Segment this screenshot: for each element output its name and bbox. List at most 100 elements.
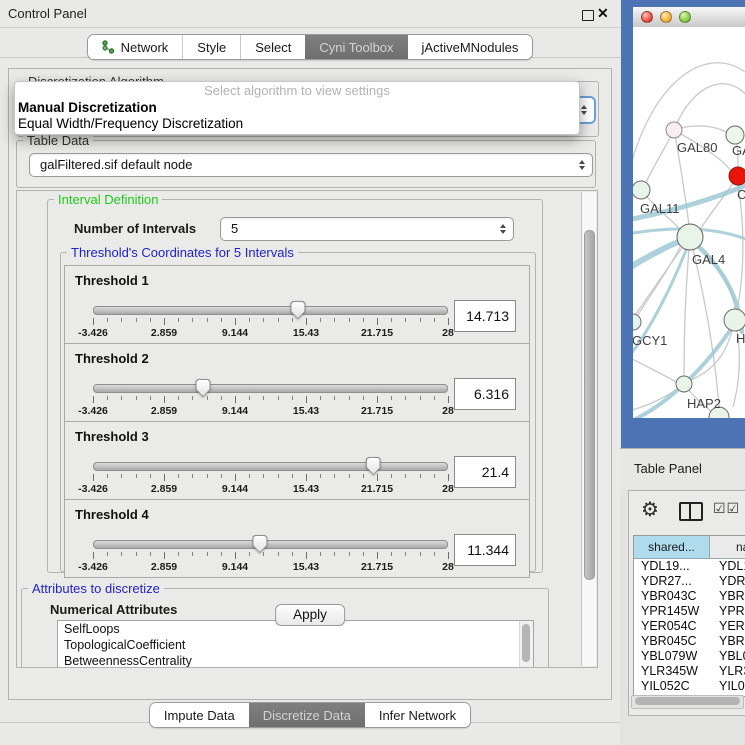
popup-option-equal-width-frequency-discretization[interactable]: Equal Width/Frequency Discretization (18, 116, 243, 132)
traffic-light-minimize-icon[interactable] (660, 11, 672, 23)
tick-label: 21.715 (361, 405, 393, 417)
network-canvas[interactable]: GAL80GAGAL11CGAL4GCY1HHAP2 (633, 27, 745, 418)
column-header-na[interactable]: na (710, 536, 745, 559)
list-scrollbar-thumb[interactable] (522, 624, 530, 662)
table-row[interactable]: YDR27...YDR2 (634, 574, 745, 589)
slider-thumb[interactable] (366, 457, 381, 475)
network-icon (102, 40, 115, 54)
threshold-slider[interactable]: -3.4262.8599.14415.4321.71528 (93, 536, 448, 572)
tick-mark (107, 474, 108, 478)
settings-scroll-area: Interval Definition Number of Intervals … (16, 190, 598, 668)
cell-name: YBR0 (710, 589, 745, 604)
select-columns-icon[interactable]: ☑☑ (713, 500, 740, 517)
tick-mark (420, 552, 421, 556)
slider-thumb[interactable] (196, 379, 211, 397)
threshold-label: Threshold 1 (75, 273, 149, 288)
tick-mark (363, 552, 364, 556)
table-row[interactable]: YBL079WYBL0 (634, 649, 745, 664)
num-intervals-combo[interactable]: 5 (220, 217, 514, 241)
table-row[interactable]: YER054CYER0 (634, 619, 745, 634)
tick-label: 28 (442, 405, 454, 417)
node-gcy1[interactable] (633, 314, 641, 330)
node-red[interactable] (729, 167, 745, 185)
network-window-titlebar[interactable] (633, 7, 745, 28)
table-row[interactable]: YIL052CYIL0 (634, 679, 745, 690)
table-data-group: Table Data galFiltered.sif default node (16, 140, 596, 188)
table-panel-title: Table Panel (634, 461, 702, 476)
tick-mark (221, 396, 222, 400)
node-gal80[interactable] (666, 122, 682, 138)
table-data-combo[interactable]: galFiltered.sif default node (29, 153, 593, 177)
threshold-value-field[interactable]: 21.4 (454, 456, 516, 488)
numerical-attributes-label: Numerical Attributes (50, 602, 177, 617)
tick-mark (136, 318, 137, 322)
control-panel-titlebar: Control Panel ✕ (0, 0, 620, 28)
tick-label: 15.43 (293, 327, 319, 339)
tick-mark (278, 318, 279, 322)
threshold-value-field[interactable]: 11.344 (454, 534, 516, 566)
slider-thumb[interactable] (290, 301, 305, 319)
list-item-topologicalcoefficient[interactable]: TopologicalCoefficient (58, 637, 533, 653)
split-view-icon[interactable] (679, 502, 703, 521)
slider-thumb[interactable] (252, 535, 267, 553)
tick-mark (263, 552, 264, 556)
table-row[interactable]: YLR345WYLR3 (634, 664, 745, 679)
tick-mark (448, 318, 449, 325)
gear-icon[interactable]: ⚙ (641, 497, 659, 523)
tick-mark (263, 318, 264, 322)
slider-tick-labels: -3.4262.8599.14415.4321.71528 (93, 561, 448, 573)
node-top-right[interactable] (726, 126, 744, 144)
traffic-light-zoom-icon[interactable] (679, 11, 691, 23)
list-item-betweennesscentrality[interactable]: BetweennessCentrality (58, 653, 533, 668)
tick-mark (107, 396, 108, 400)
threshold-panel: Threshold 4 -3.4262.8599.14415.4321.71528… (64, 499, 530, 578)
popup-option-manual-discretization[interactable]: Manual Discretization (18, 100, 157, 116)
tick-mark (121, 318, 122, 322)
tick-mark (434, 396, 435, 400)
tab-network[interactable]: Network (88, 35, 183, 59)
tab-discretize-data[interactable]: Discretize Data (249, 703, 365, 727)
tab-infer-network[interactable]: Infer Network (365, 703, 470, 727)
tab-cyni-toolbox[interactable]: Cyni Toolbox (305, 35, 407, 59)
threshold-value-field[interactable]: 14.713 (454, 300, 516, 332)
network-edge (684, 237, 690, 376)
float-window-icon[interactable] (582, 10, 594, 21)
node-hap2[interactable] (676, 376, 692, 392)
threshold-slider[interactable]: -3.4262.8599.14415.4321.71528 (93, 380, 448, 416)
threshold-panel: Threshold 3-3.4262.8599.14415.4321.71528… (64, 421, 530, 500)
tab-style[interactable]: Style (182, 35, 240, 59)
table-row[interactable]: YDL19...YDL1 (634, 559, 745, 574)
tick-mark (377, 318, 378, 325)
table-row[interactable]: YBR045CYBR0 (634, 634, 745, 649)
column-header-shared-[interactable]: shared... (634, 536, 710, 559)
node-gal4[interactable] (677, 224, 703, 250)
table-hscrollbar[interactable] (631, 695, 744, 709)
control-panel: Control Panel ✕ Network Style SelectCyni T… (0, 0, 620, 745)
tick-mark (235, 318, 236, 325)
node-left[interactable] (633, 181, 650, 199)
slider-track (93, 306, 448, 315)
threshold-slider[interactable]: -3.4262.8599.14415.4321.71528 (93, 302, 448, 338)
table-row[interactable]: YBR043CYBR0 (634, 589, 745, 604)
threshold-slider[interactable]: -3.4262.8599.14415.4321.71528 (93, 458, 448, 494)
apply-button[interactable]: Apply (275, 604, 345, 626)
tab-select[interactable]: Select (240, 35, 305, 59)
node-right[interactable] (724, 309, 745, 331)
tick-label: 15.43 (293, 405, 319, 417)
tab-label: Style (197, 40, 226, 55)
threshold-value-field[interactable]: 6.316 (454, 378, 516, 410)
tick-mark (278, 474, 279, 478)
table-row[interactable]: YPR145WYPR1 (634, 604, 745, 619)
table-header: shared...na (634, 536, 745, 559)
threshold-label: Threshold 4 (75, 507, 149, 522)
tab-jactivemnodules[interactable]: jActiveMNodules (408, 35, 533, 59)
interval-definition-group: Interval Definition Number of Intervals … (47, 199, 543, 573)
close-icon[interactable]: ✕ (597, 5, 609, 22)
tab-impute-data[interactable]: Impute Data (150, 703, 249, 727)
traffic-light-close-icon[interactable] (641, 11, 653, 23)
list-scrollbar[interactable] (519, 621, 533, 668)
tick-mark (164, 396, 165, 403)
main-scrollbar-thumb[interactable] (584, 230, 595, 580)
table-hscrollbar-thumb[interactable] (635, 697, 740, 705)
main-scrollbar[interactable] (581, 192, 596, 666)
